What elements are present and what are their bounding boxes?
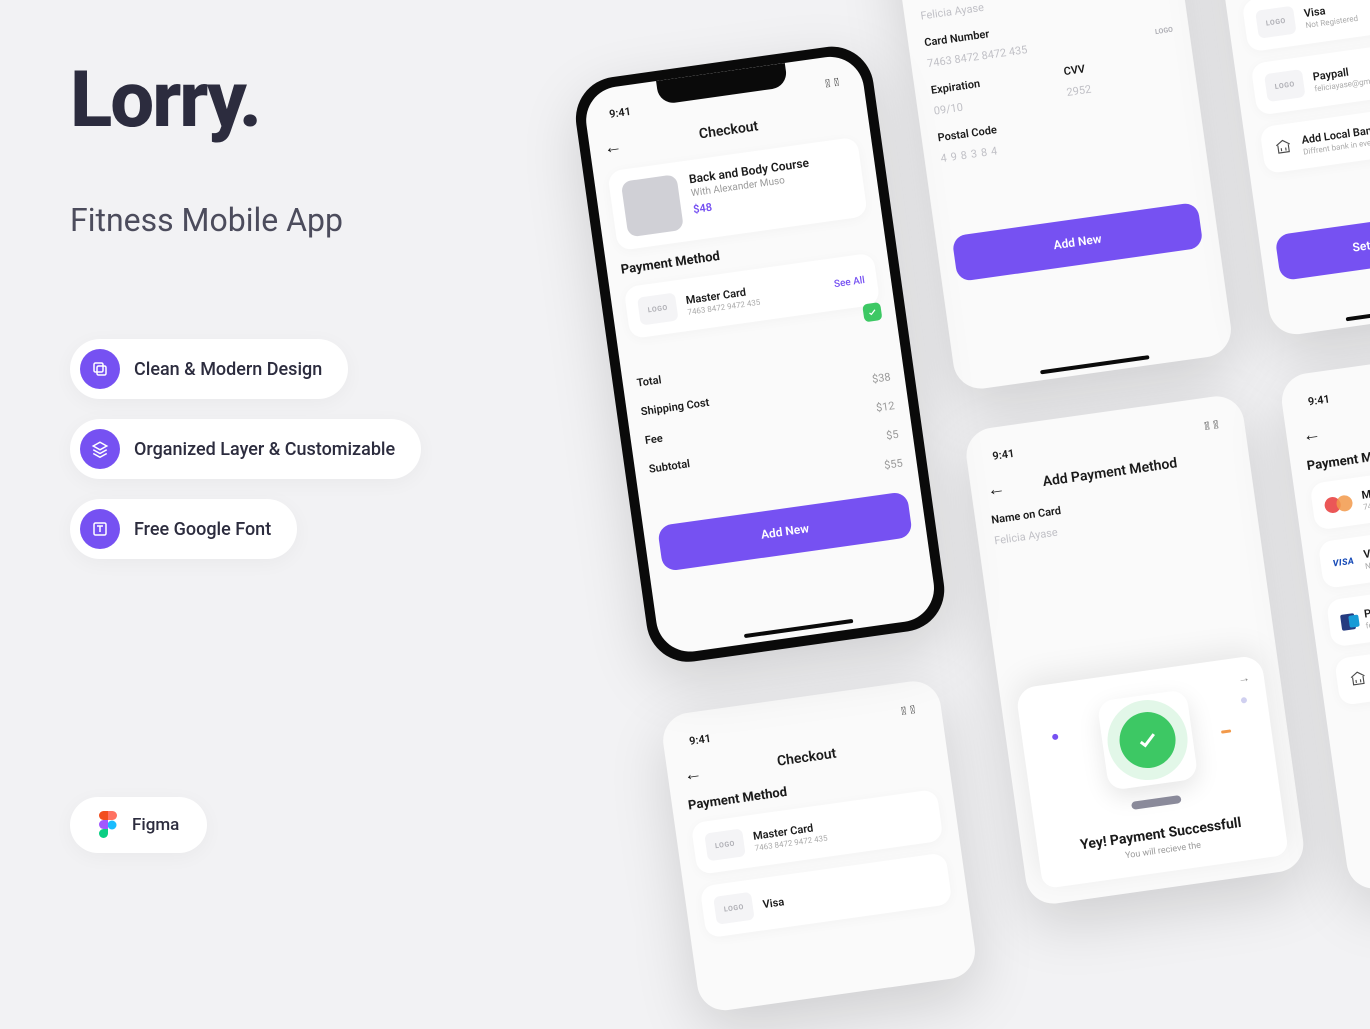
subtotal-label: Subtotal [648,457,691,476]
home-indicator[interactable] [1040,355,1149,374]
paypal-icon [1340,613,1356,631]
visa-icon: VISA [1332,556,1355,569]
back-icon[interactable]: ← [1301,423,1322,446]
type-icon [80,509,120,549]
payment-name: Visa [762,873,938,910]
shipping-value: $38 [871,370,891,385]
course-image [621,174,684,237]
screen-title: Checkout [776,746,837,770]
feature-item: Organized Layer & Customizable [70,419,421,479]
logo-placeholder: LOGO [1154,25,1173,35]
logo-placeholder: LOGO [704,828,746,861]
logo-placeholder: LOGO [1264,69,1306,102]
figma-label: Figma [132,815,179,835]
see-all-link[interactable]: See All [833,274,865,289]
total-label: Total [636,373,662,389]
selected-check-icon [862,302,882,322]
feature-item: Clean & Modern Design [70,339,348,399]
brand-title: Lorry. [70,55,550,146]
payment-name: Paypall [1363,584,1370,621]
back-icon[interactable]: ← [986,477,1007,500]
logo-placeholder: LOGO [713,892,755,925]
status-time: 9:41 [688,732,711,748]
figma-badge: Figma [70,797,207,853]
feature-label: Clean & Modern Design [134,359,322,380]
fee-value: $12 [875,399,895,414]
logo-placeholder: LOGO [637,293,679,326]
copy-icon [80,349,120,389]
status-time: 9:41 [992,447,1015,463]
payment-method-card[interactable]: LOGO VisaNot Registered [1242,0,1370,52]
success-check-icon [1116,708,1179,771]
figma-icon [98,811,118,839]
set-default-button[interactable]: Set As Default [1275,204,1370,281]
screen-title: Checkout [698,118,759,142]
close-icon[interactable]: → [1237,670,1251,686]
status-icons: 􀙇􀛨 [824,76,839,91]
status-time: 9:41 [608,105,631,121]
back-icon[interactable]: ← [602,135,623,158]
subtotal-value: $5 [885,428,899,443]
bank-icon [1348,668,1369,692]
add-new-button[interactable]: Add New [952,202,1204,282]
status-icons: 􀙇􀛨 [1204,418,1219,433]
status-icons: 􀙇􀛨 [901,703,916,718]
layers-icon [80,429,120,469]
fee-label: Fee [644,432,663,447]
mastercard-icon [1323,493,1353,515]
status-time: 9:41 [1307,392,1330,408]
shipping-label: Shipping Cost [640,396,710,418]
subtitle: Fitness Mobile App [70,201,550,239]
back-icon[interactable]: ← [682,762,703,785]
payment-name: Master Card [1361,467,1370,502]
feature-label: Organized Layer & Customizable [134,439,395,460]
total-value: $55 [883,457,903,472]
home-indicator[interactable] [1346,302,1370,321]
feature-item: Free Google Font [70,499,297,559]
payment-name: Visa [1363,525,1370,561]
home-indicator[interactable] [744,619,853,638]
logo-placeholder: LOGO [1255,6,1297,39]
feature-label: Free Google Font [134,519,271,540]
bank-icon [1273,136,1294,160]
